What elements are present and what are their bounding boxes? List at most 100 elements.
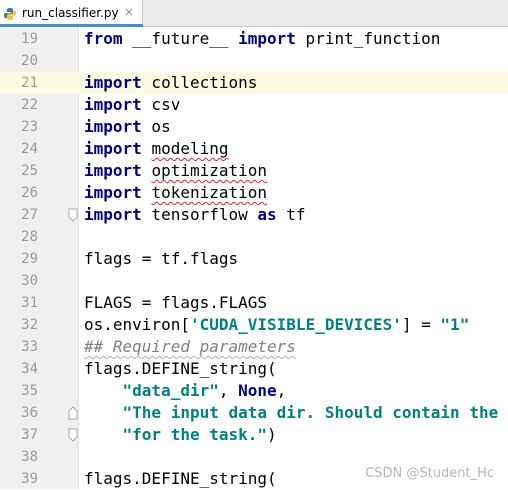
tab-run-classifier[interactable]: run_classifier.py ×: [0, 0, 143, 27]
code-text: from __future__ import print_function: [84, 28, 440, 50]
code-line: 22 import csv: [0, 94, 508, 116]
line-number: 19: [21, 31, 38, 47]
code-text: import os: [84, 116, 171, 138]
keyword-token: from: [84, 29, 123, 48]
close-icon[interactable]: ×: [124, 5, 134, 19]
unresolved-module-token: optimization: [151, 161, 268, 180]
code-token: os.environ[: [84, 315, 190, 334]
code-text: "data_dir", None,: [84, 380, 287, 402]
code-text: os.environ['CUDA_VISIBLE_DEVICES'] = "1": [84, 314, 469, 336]
code-line: 29 flags = tf.flags: [0, 248, 508, 270]
line-number: 23: [21, 119, 38, 135]
code-line: 26 import tokenization: [0, 182, 508, 204]
line-number: 30: [21, 273, 38, 289]
keyword-token: import: [84, 183, 142, 202]
keyword-token: import: [84, 139, 142, 158]
string-token: "for the task.": [122, 425, 268, 444]
code-line: 25 import optimization: [0, 160, 508, 182]
line-number: 21: [0, 72, 38, 94]
keyword-token: None: [238, 381, 277, 400]
fold-end-icon[interactable]: [68, 208, 78, 222]
code-token: tensorflow: [141, 205, 258, 224]
unresolved-module-token: modeling: [151, 139, 229, 158]
python-file-icon: [3, 6, 17, 20]
keyword-token: import: [84, 73, 142, 92]
string-token: 'CUDA_VISIBLE_DEVICES': [189, 315, 402, 334]
code-line: 30: [0, 270, 508, 292]
code-text: flags = tf.flags: [84, 249, 239, 268]
line-number: 36: [21, 405, 38, 421]
line-number: 29: [21, 251, 38, 267]
comment-text: ## Required parameters: [84, 336, 296, 358]
line-number: 34: [21, 361, 38, 377]
line-number: 31: [21, 295, 38, 311]
line-number: 26: [21, 185, 38, 201]
code-token: ,: [276, 381, 287, 400]
code-text: import modeling: [84, 138, 229, 160]
code-text: import optimization: [84, 160, 267, 182]
code-line: 35 "data_dir", None,: [0, 380, 508, 402]
watermark: CSDN @Student_Hc: [365, 466, 494, 481]
fold-start-icon[interactable]: [68, 406, 78, 420]
code-line: 34 flags.DEFINE_string(: [0, 358, 508, 380]
code-text: import collections: [84, 72, 257, 94]
line-number: 24: [21, 141, 38, 157]
code-text: flags.DEFINE_string(: [84, 359, 277, 378]
line-number: 25: [21, 163, 38, 179]
code-token: print_function: [295, 29, 441, 48]
line-number: 33: [21, 339, 38, 355]
code-token: __future__: [122, 29, 239, 48]
code-editor[interactable]: 19 from __future__ import print_function…: [0, 27, 508, 489]
code-line: 19 from __future__ import print_function: [0, 28, 508, 50]
line-number: 27: [21, 207, 38, 223]
code-line: 23 import os: [0, 116, 508, 138]
editor-tab-bar: run_classifier.py ×: [0, 0, 508, 27]
current-code-line: 21 import collections: [0, 72, 508, 94]
code-text: import tokenization: [84, 182, 267, 204]
code-token: tf: [276, 205, 306, 224]
fold-end-icon[interactable]: [68, 428, 78, 442]
code-text: "The input data dir. Should contain the: [84, 402, 499, 424]
string-token: "data_dir": [122, 381, 219, 400]
line-number: 28: [21, 229, 38, 245]
string-token: "1": [440, 315, 470, 334]
code-line: 33 ## Required parameters: [0, 336, 508, 358]
code-line: 24 import modeling: [0, 138, 508, 160]
keyword-token: as: [257, 205, 277, 224]
line-number: 39: [21, 471, 38, 487]
code-text: import csv: [84, 94, 180, 116]
code-token: ] =: [401, 315, 441, 334]
line-number: 37: [21, 427, 38, 443]
keyword-token: import: [84, 161, 142, 180]
tab-label: run_classifier.py: [22, 6, 119, 20]
code-text: import tensorflow as tf: [84, 204, 306, 226]
code-text: FLAGS = flags.FLAGS: [84, 293, 268, 312]
line-number: 20: [21, 53, 38, 69]
code-token: csv: [141, 95, 181, 114]
line-number: 38: [21, 449, 38, 465]
unresolved-module-token: tokenization: [151, 183, 268, 202]
comment-token: ## Required parameters: [84, 337, 296, 356]
code-text: flags.DEFINE_string(: [84, 469, 277, 488]
code-line: 38: [0, 446, 508, 468]
keyword-token: import: [238, 29, 296, 48]
code-token: os: [141, 117, 171, 136]
string-token: "The input data dir. Should contain the: [122, 403, 499, 422]
keyword-token: import: [84, 95, 142, 114]
code-line: 20: [0, 50, 508, 72]
keyword-token: import: [84, 205, 142, 224]
line-number: 22: [21, 97, 38, 113]
code-text: "for the task."): [84, 424, 277, 446]
line-number: 32: [21, 317, 38, 333]
code-token: ,: [218, 381, 239, 400]
code-line: 31 FLAGS = flags.FLAGS: [0, 292, 508, 314]
line-number: 35: [21, 383, 38, 399]
code-token: ): [267, 425, 277, 444]
code-token: collections: [141, 73, 258, 92]
